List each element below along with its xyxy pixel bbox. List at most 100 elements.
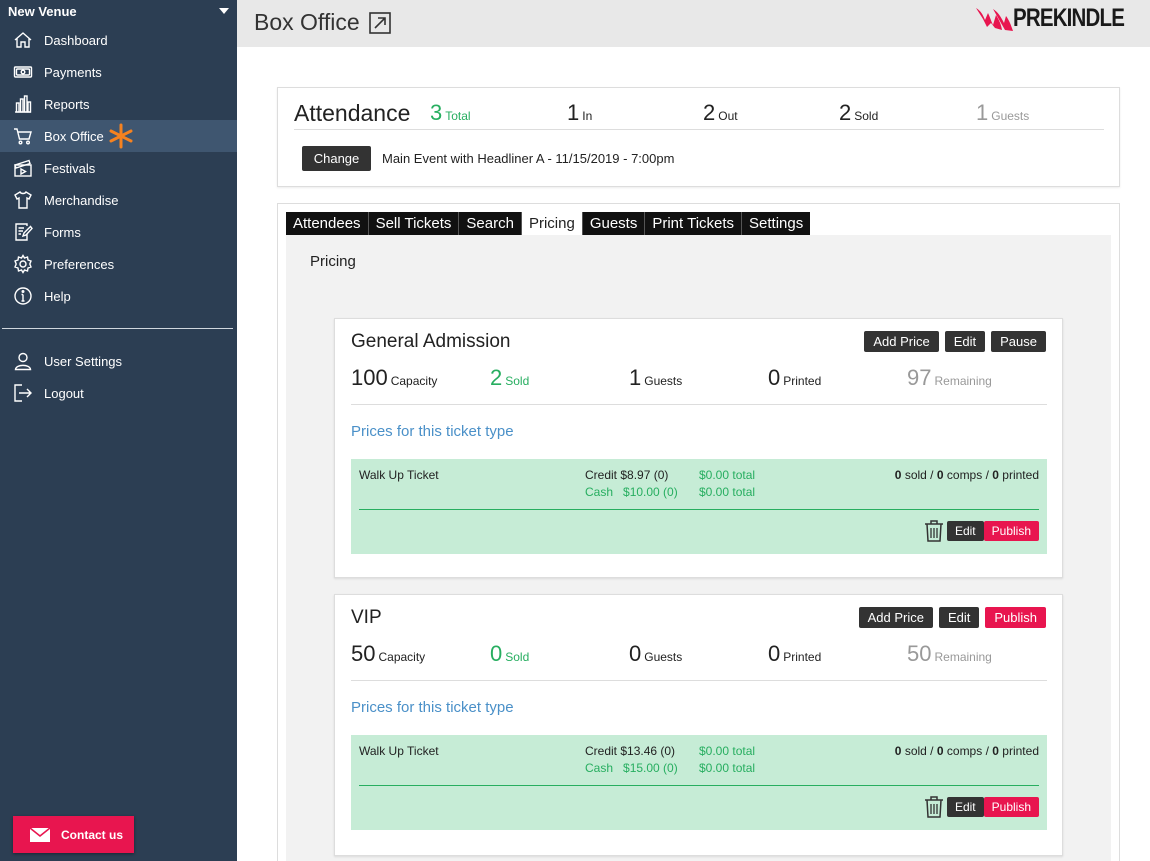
venue-selector[interactable]: New Venue bbox=[0, 0, 237, 22]
stat-label: In bbox=[582, 109, 593, 123]
trash-icon[interactable] bbox=[923, 795, 945, 819]
stat-label: Sold bbox=[505, 374, 530, 388]
edit-ticket-type-button[interactable]: Edit bbox=[938, 607, 980, 628]
tab-sell-tickets[interactable]: Sell Tickets bbox=[368, 212, 460, 235]
stat-value: 3 bbox=[430, 100, 443, 125]
sidebar-item-label: Reports bbox=[44, 96, 90, 112]
stat-label: Sold bbox=[854, 109, 879, 123]
stat-value: 0 bbox=[629, 641, 642, 666]
stat-value: 100 bbox=[351, 365, 388, 390]
sidebar-item-preferences[interactable]: Preferences bbox=[0, 248, 237, 280]
stat-capacity: 50 Capacity bbox=[351, 641, 425, 667]
page-title-text: Box Office bbox=[254, 9, 360, 35]
pricing-body: Pricing General Admission Add Price Edit… bbox=[286, 235, 1111, 861]
sidebar-item-label: Dashboard bbox=[44, 32, 108, 48]
credit-total: $0.00 total bbox=[699, 744, 756, 758]
cash-price: Cash $15.00 (0) bbox=[585, 761, 678, 775]
sidebar-item-help[interactable]: Help bbox=[0, 280, 237, 312]
stat-remaining: 97 Remaining bbox=[907, 365, 992, 391]
credit-price: Credit $8.97 (0) bbox=[585, 468, 669, 482]
add-price-button[interactable]: Add Price bbox=[858, 607, 933, 628]
prices-link[interactable]: Prices for this ticket type bbox=[351, 423, 514, 440]
edit-price-button[interactable]: Edit bbox=[946, 521, 984, 541]
sidebar-item-merchandise[interactable]: Merchandise bbox=[0, 184, 237, 216]
user-icon bbox=[12, 350, 34, 372]
stat-guests: 1 Guests bbox=[976, 100, 1029, 126]
stat-value: 1 bbox=[976, 100, 989, 125]
trash-icon[interactable] bbox=[923, 519, 945, 543]
sidebar-bottom-nav: User Settings Logout bbox=[0, 345, 237, 409]
sold-word: sold bbox=[904, 744, 927, 758]
sidebar-item-label: Payments bbox=[44, 64, 102, 80]
logo-text: PREKINDLE bbox=[1012, 4, 1125, 32]
stat-label: Sold bbox=[505, 650, 530, 664]
gear-icon bbox=[12, 253, 34, 275]
ticket-type-stats: 100 Capacity 2 Sold 1 Guests 0 Printed 97 Rem… bbox=[351, 365, 1047, 405]
tab-pricing[interactable]: Pricing bbox=[521, 212, 583, 235]
stat-label: Guests bbox=[644, 374, 683, 388]
stat-value: 1 bbox=[629, 365, 642, 390]
stat-label: Guests bbox=[644, 650, 683, 664]
sidebar-item-festivals[interactable]: Festivals bbox=[0, 152, 237, 184]
price-actions: Edit Publish bbox=[923, 519, 1039, 543]
change-event-button[interactable]: Change bbox=[302, 146, 371, 171]
sidebar-item-dashboard[interactable]: Dashboard bbox=[0, 24, 237, 56]
comps-count: 0 bbox=[936, 468, 944, 482]
tab-print-tickets[interactable]: Print Tickets bbox=[645, 212, 743, 235]
edit-ticket-type-button[interactable]: Edit bbox=[944, 331, 986, 352]
stat-out: 2 Out bbox=[703, 100, 738, 126]
caret-down-icon bbox=[219, 8, 229, 14]
credit-total: $0.00 total bbox=[699, 468, 756, 482]
external-link-icon[interactable] bbox=[368, 11, 392, 35]
price-row: Walk Up Ticket Credit $13.46 (0) $0.00 t… bbox=[351, 735, 1047, 830]
stat-value: 50 bbox=[351, 641, 376, 666]
top-header: Box Office PREKINDLE bbox=[237, 0, 1150, 47]
tab-guests[interactable]: Guests bbox=[582, 212, 646, 235]
sidebar-item-label: Festivals bbox=[44, 160, 96, 176]
shirt-icon bbox=[12, 189, 34, 211]
printed-count: 0 bbox=[992, 744, 999, 758]
sidebar-divider bbox=[2, 328, 233, 329]
price-divider bbox=[359, 509, 1039, 510]
star-burst-icon bbox=[109, 123, 133, 149]
logout-icon bbox=[12, 382, 34, 404]
stat-label: Remaining bbox=[934, 650, 992, 664]
stat-printed: 0 Printed bbox=[768, 641, 821, 667]
stat-total: 3 Total bbox=[430, 100, 471, 126]
sold-word: sold bbox=[904, 468, 927, 482]
tab-settings[interactable]: Settings bbox=[742, 212, 811, 235]
sidebar-item-label: Preferences bbox=[44, 256, 115, 272]
stat-in: 1 In bbox=[567, 100, 592, 126]
stat-guests: 0 Guests bbox=[629, 641, 682, 667]
venue-name: New Venue bbox=[8, 3, 77, 19]
tab-bar: Attendees Sell Tickets Search Pricing Gu… bbox=[286, 212, 811, 235]
tab-attendees[interactable]: Attendees bbox=[286, 212, 369, 235]
page-title: Box Office bbox=[254, 9, 392, 36]
sidebar-item-forms[interactable]: Forms bbox=[0, 216, 237, 248]
separator: / bbox=[985, 744, 989, 758]
publish-price-button[interactable]: Publish bbox=[983, 797, 1039, 817]
sidebar-item-label: Forms bbox=[44, 224, 81, 240]
stat-value: 2 bbox=[839, 100, 852, 125]
sidebar-item-label: User Settings bbox=[44, 353, 123, 369]
sidebar-item-reports[interactable]: Reports bbox=[0, 88, 237, 120]
publish-price-button[interactable]: Publish bbox=[983, 521, 1039, 541]
sidebar-item-box-office[interactable]: Box Office bbox=[0, 120, 237, 152]
credit-price: Credit $13.46 (0) bbox=[585, 744, 676, 758]
tab-search[interactable]: Search bbox=[459, 212, 522, 235]
form-icon bbox=[12, 221, 34, 243]
prices-link[interactable]: Prices for this ticket type bbox=[351, 699, 514, 716]
edit-price-button[interactable]: Edit bbox=[946, 797, 984, 817]
separator: / bbox=[930, 744, 934, 758]
publish-ticket-type-button[interactable]: Publish bbox=[985, 607, 1046, 628]
sidebar-item-user-settings[interactable]: User Settings bbox=[0, 345, 237, 377]
sidebar-item-logout[interactable]: Logout bbox=[0, 377, 237, 409]
sidebar-item-payments[interactable]: Payments bbox=[0, 56, 237, 88]
add-price-button[interactable]: Add Price bbox=[864, 331, 939, 352]
pause-button[interactable]: Pause bbox=[991, 331, 1046, 352]
contact-us-button[interactable]: Contact us bbox=[13, 816, 134, 853]
price-actions: Edit Publish bbox=[923, 795, 1039, 819]
sidebar-item-label: Box Office bbox=[44, 128, 104, 144]
clapperboard-icon bbox=[12, 157, 34, 179]
stat-label: Printed bbox=[783, 650, 822, 664]
